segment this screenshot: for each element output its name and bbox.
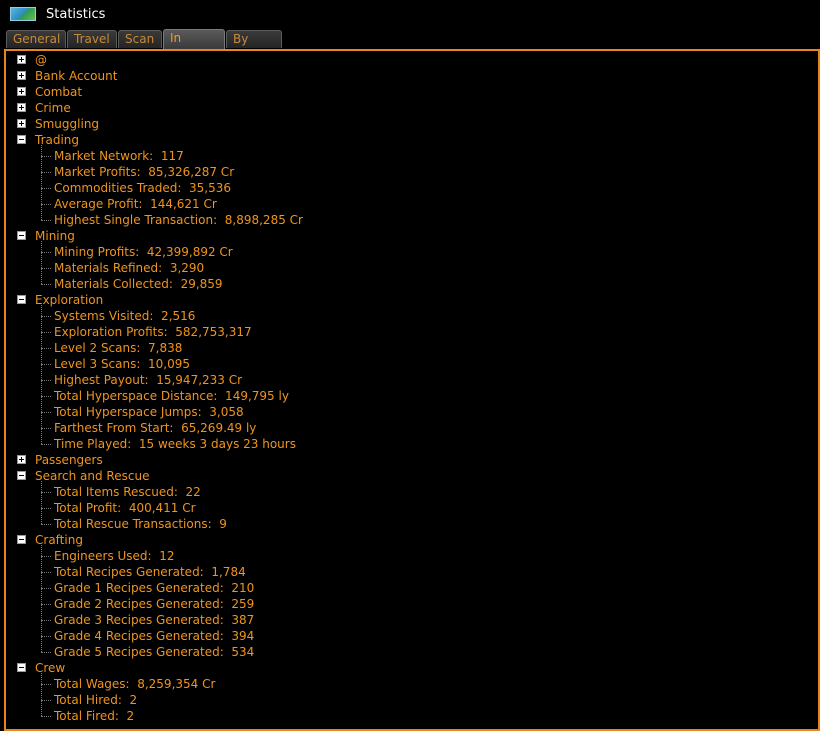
tree-item: Total Hyperspace Distance: 149,795 ly <box>54 389 289 403</box>
tree-connector <box>41 172 51 173</box>
tree-connector <box>41 673 42 716</box>
tree-item: Farthest From Start: 65,269.49 ly <box>54 421 257 435</box>
tree-connector <box>41 332 51 333</box>
tab-by-ship[interactable]: By Ship <box>226 30 282 63</box>
expand-icon[interactable] <box>17 103 26 112</box>
tree-item: Total Hired: 2 <box>54 693 138 707</box>
window-title: Statistics <box>46 7 106 22</box>
tree-connector <box>41 348 51 349</box>
tree-item: Time Played: 15 weeks 3 days 23 hours <box>54 437 296 451</box>
tree-item: Level 3 Scans: 10,095 <box>54 357 191 371</box>
tree-connector <box>41 188 51 189</box>
tree-connector <box>41 364 51 365</box>
expand-icon[interactable] <box>17 119 26 128</box>
tree-connector <box>41 700 51 701</box>
tab-travel[interactable]: Travel <box>67 30 117 48</box>
tree-connector <box>41 145 42 220</box>
tree-category-combat[interactable]: Combat <box>35 84 82 100</box>
tree-connector <box>41 241 42 284</box>
tree-item: Grade 3 Recipes Generated: 387 <box>54 613 255 627</box>
tree-connector <box>41 492 51 493</box>
tree-item: Highest Single Transaction: 8,898,285 Cr <box>54 213 303 227</box>
tab-in-game[interactable]: In Game <box>163 29 225 62</box>
tree-category-crime[interactable]: Crime <box>35 100 71 116</box>
tree-item: Total Rescue Transactions: 9 <box>54 517 227 531</box>
tab-scan[interactable]: Scan <box>118 30 162 48</box>
landscape-icon <box>10 7 36 21</box>
tree-connector <box>41 545 42 652</box>
collapse-icon[interactable] <box>17 663 26 672</box>
tree-item: Grade 2 Recipes Generated: 259 <box>54 597 255 611</box>
tree-category-crafting[interactable]: Crafting <box>35 532 83 548</box>
tree-connector <box>41 444 51 445</box>
tree-connector <box>41 481 42 524</box>
tree-item: Grade 1 Recipes Generated: 210 <box>54 581 255 595</box>
tree-connector <box>41 508 51 509</box>
tree-item: Average Profit: 144,621 Cr <box>54 197 217 211</box>
tree-item: Total Hyperspace Jumps: 3,058 <box>54 405 244 419</box>
tree-item: Commodities Traded: 35,536 <box>54 181 232 195</box>
tree-connector <box>41 620 51 621</box>
tree-item: Total Profit: 400,411 Cr <box>54 501 196 515</box>
tree-connector <box>41 316 51 317</box>
tree-connector <box>41 572 51 573</box>
tree-connector <box>41 380 51 381</box>
tree-connector <box>41 684 51 685</box>
collapse-icon[interactable] <box>17 135 26 144</box>
tree-category-crew[interactable]: Crew <box>35 660 65 676</box>
collapse-icon[interactable] <box>17 471 26 480</box>
expand-icon[interactable] <box>17 55 26 64</box>
tree-item: Highest Payout: 15,947,233 Cr <box>54 373 243 387</box>
tree-connector <box>41 396 51 397</box>
tree-connector <box>41 284 51 285</box>
collapse-icon[interactable] <box>17 295 26 304</box>
title-bar: Statistics <box>0 0 820 30</box>
tree-item: Total Recipes Generated: 1,784 <box>54 565 246 579</box>
tree-item: Market Profits: 85,326,287 Cr <box>54 165 235 179</box>
tree-item: Grade 4 Recipes Generated: 394 <box>54 629 255 643</box>
tab-general[interactable]: General <box>6 30 66 48</box>
tree-connector <box>41 636 51 637</box>
collapse-icon[interactable] <box>17 231 26 240</box>
tree-connector <box>41 305 42 444</box>
tree-connector <box>41 220 51 221</box>
tree-connector <box>41 204 51 205</box>
tree-item: Total Items Rescued: 22 <box>54 485 201 499</box>
tree-connector <box>41 716 51 717</box>
tree-item: Grade 5 Recipes Generated: 534 <box>54 645 255 659</box>
tree-category-smuggling[interactable]: Smuggling <box>35 116 99 132</box>
tree-connector <box>41 412 51 413</box>
tree-connector <box>41 604 51 605</box>
tree-item: Level 2 Scans: 7,838 <box>54 341 183 355</box>
tree-connector <box>41 156 51 157</box>
expand-icon[interactable] <box>17 455 26 464</box>
tree-item: Total Wages: 8,259,354 Cr <box>54 677 216 691</box>
tree-connector <box>41 652 51 653</box>
tree-connector <box>41 268 51 269</box>
tree-connector <box>41 588 51 589</box>
tree-item: Exploration Profits: 582,753,317 <box>54 325 252 339</box>
tree-category-search-and-rescue[interactable]: Search and Rescue <box>35 468 149 484</box>
expand-icon[interactable] <box>17 87 26 96</box>
tree-item: Mining Profits: 42,399,892 Cr <box>54 245 233 259</box>
tree-connector <box>41 556 51 557</box>
tree-connector <box>41 428 51 429</box>
tree-connector <box>41 524 51 525</box>
tree-category-bank-account[interactable]: Bank Account <box>35 68 117 84</box>
expand-icon[interactable] <box>17 71 26 80</box>
collapse-icon[interactable] <box>17 535 26 544</box>
tree-category-exploration[interactable]: Exploration <box>35 292 103 308</box>
tree-item: Total Fired: 2 <box>54 709 135 723</box>
tree-connector <box>41 252 51 253</box>
tree-item: Materials Refined: 3,290 <box>54 261 205 275</box>
tree-item: Engineers Used: 12 <box>54 549 175 563</box>
tree-category-passengers[interactable]: Passengers <box>35 452 103 468</box>
tree-item: Systems Visited: 2,516 <box>54 309 196 323</box>
stats-panel: @ Bank Account Combat Crime Smuggling Trading… <box>4 49 820 731</box>
tree-category-at[interactable]: @ <box>35 52 47 68</box>
tree-item: Materials Collected: 29,859 <box>54 277 223 291</box>
tree-item: Market Network: 117 <box>54 149 184 163</box>
